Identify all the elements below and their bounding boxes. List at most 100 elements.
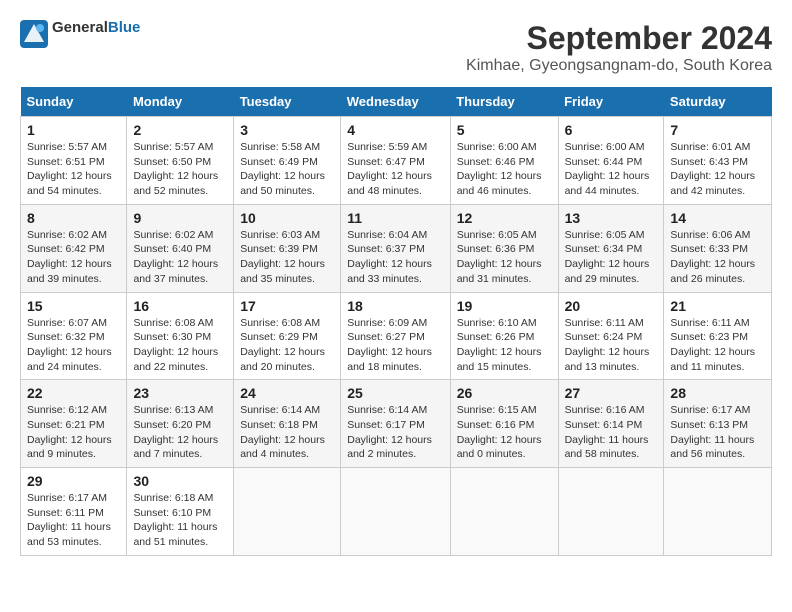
day-number: 16 [133, 298, 227, 314]
calendar-cell [664, 468, 772, 556]
calendar-cell: 27 Sunrise: 6:16 AMSunset: 6:14 PMDayligh… [558, 380, 664, 468]
day-number: 5 [457, 122, 552, 138]
day-number: 24 [240, 385, 334, 401]
calendar-cell [450, 468, 558, 556]
calendar-cell [234, 468, 341, 556]
page-title: September 2024 [466, 20, 772, 57]
day-number: 21 [670, 298, 765, 314]
calendar-cell: 12 Sunrise: 6:05 AMSunset: 6:36 PMDayligh… [450, 204, 558, 292]
calendar-cell: 5 Sunrise: 6:00 AMSunset: 6:46 PMDaylight… [450, 117, 558, 205]
calendar-cell: 6Sunrise: 6:00 AMSunset: 6:44 PMDaylight… [558, 117, 664, 205]
calendar-week-2: 8 Sunrise: 6:02 AMSunset: 6:42 PMDaylight… [21, 204, 772, 292]
calendar-cell: 26 Sunrise: 6:15 AMSunset: 6:16 PMDayligh… [450, 380, 558, 468]
logo-icon [20, 20, 48, 48]
day-number: 3 [240, 122, 334, 138]
day-number: 25 [347, 385, 443, 401]
calendar-cell: 2 Sunrise: 5:57 AMSunset: 6:50 PMDaylight… [127, 117, 234, 205]
day-info: Sunrise: 6:02 AMSunset: 6:40 PMDaylight:… [133, 229, 218, 285]
title-section: September 2024 Kimhae, Gyeongsangnam-do,… [466, 20, 772, 75]
calendar-week-1: 1 Sunrise: 5:57 AMSunset: 6:51 PMDaylight… [21, 117, 772, 205]
calendar-cell: 13Sunrise: 6:05 AMSunset: 6:34 PMDayligh… [558, 204, 664, 292]
day-info: Sunrise: 6:17 AMSunset: 6:13 PMDaylight:… [670, 404, 754, 460]
day-info: Sunrise: 6:17 AMSunset: 6:11 PMDaylight:… [27, 492, 111, 548]
calendar-cell: 3Sunrise: 5:58 AMSunset: 6:49 PMDaylight… [234, 117, 341, 205]
calendar-cell: 18 Sunrise: 6:09 AMSunset: 6:27 PMDayligh… [341, 292, 450, 380]
day-info: Sunrise: 5:59 AMSunset: 6:47 PMDaylight:… [347, 141, 432, 197]
day-number: 12 [457, 210, 552, 226]
calendar-cell: 29 Sunrise: 6:17 AMSunset: 6:11 PMDayligh… [21, 468, 127, 556]
calendar-cell: 20Sunrise: 6:11 AMSunset: 6:24 PMDayligh… [558, 292, 664, 380]
day-info: Sunrise: 6:00 AMSunset: 6:46 PMDaylight:… [457, 141, 542, 197]
day-info: Sunrise: 6:08 AMSunset: 6:29 PMDaylight:… [240, 317, 325, 373]
day-info: Sunrise: 6:03 AMSunset: 6:39 PMDaylight:… [240, 229, 325, 285]
day-number: 14 [670, 210, 765, 226]
day-number: 15 [27, 298, 120, 314]
day-number: 23 [133, 385, 227, 401]
calendar-cell: 14 Sunrise: 6:06 AMSunset: 6:33 PMDayligh… [664, 204, 772, 292]
header-tuesday: Tuesday [234, 87, 341, 117]
day-number: 29 [27, 473, 120, 489]
calendar-cell: 28Sunrise: 6:17 AMSunset: 6:13 PMDayligh… [664, 380, 772, 468]
calendar-cell: 1 Sunrise: 5:57 AMSunset: 6:51 PMDaylight… [21, 117, 127, 205]
calendar-week-3: 15 Sunrise: 6:07 AMSunset: 6:32 PMDayligh… [21, 292, 772, 380]
calendar-cell: 25 Sunrise: 6:14 AMSunset: 6:17 PMDayligh… [341, 380, 450, 468]
day-number: 4 [347, 122, 443, 138]
day-number: 13 [565, 210, 658, 226]
day-info: Sunrise: 6:12 AMSunset: 6:21 PMDaylight:… [27, 404, 112, 460]
header-sunday: Sunday [21, 87, 127, 117]
calendar-cell: 21 Sunrise: 6:11 AMSunset: 6:23 PMDayligh… [664, 292, 772, 380]
calendar-cell: 10 Sunrise: 6:03 AMSunset: 6:39 PMDayligh… [234, 204, 341, 292]
day-number: 17 [240, 298, 334, 314]
calendar-cell [341, 468, 450, 556]
logo-text: GeneralBlue [52, 20, 140, 37]
day-info: Sunrise: 6:13 AMSunset: 6:20 PMDaylight:… [133, 404, 218, 460]
day-info: Sunrise: 6:05 AMSunset: 6:36 PMDaylight:… [457, 229, 542, 285]
calendar-cell: 24Sunrise: 6:14 AMSunset: 6:18 PMDayligh… [234, 380, 341, 468]
day-number: 2 [133, 122, 227, 138]
day-number: 22 [27, 385, 120, 401]
calendar-week-4: 22 Sunrise: 6:12 AMSunset: 6:21 PMDayligh… [21, 380, 772, 468]
day-number: 8 [27, 210, 120, 226]
calendar-cell: 11 Sunrise: 6:04 AMSunset: 6:37 PMDayligh… [341, 204, 450, 292]
day-info: Sunrise: 6:10 AMSunset: 6:26 PMDaylight:… [457, 317, 542, 373]
day-number: 27 [565, 385, 658, 401]
day-info: Sunrise: 6:09 AMSunset: 6:27 PMDaylight:… [347, 317, 432, 373]
day-info: Sunrise: 5:57 AMSunset: 6:51 PMDaylight:… [27, 141, 112, 197]
calendar-cell: 4 Sunrise: 5:59 AMSunset: 6:47 PMDaylight… [341, 117, 450, 205]
day-info: Sunrise: 6:00 AMSunset: 6:44 PMDaylight:… [565, 141, 650, 197]
day-number: 26 [457, 385, 552, 401]
calendar-cell: 22 Sunrise: 6:12 AMSunset: 6:21 PMDayligh… [21, 380, 127, 468]
calendar-cell: 30Sunrise: 6:18 AMSunset: 6:10 PMDayligh… [127, 468, 234, 556]
calendar-cell: 8 Sunrise: 6:02 AMSunset: 6:42 PMDaylight… [21, 204, 127, 292]
day-info: Sunrise: 6:08 AMSunset: 6:30 PMDaylight:… [133, 317, 218, 373]
calendar-cell: 16 Sunrise: 6:08 AMSunset: 6:30 PMDayligh… [127, 292, 234, 380]
day-number: 30 [133, 473, 227, 489]
day-info: Sunrise: 6:14 AMSunset: 6:17 PMDaylight:… [347, 404, 432, 460]
day-info: Sunrise: 6:04 AMSunset: 6:37 PMDaylight:… [347, 229, 432, 285]
day-number: 19 [457, 298, 552, 314]
page-subtitle: Kimhae, Gyeongsangnam-do, South Korea [466, 57, 772, 75]
day-number: 18 [347, 298, 443, 314]
day-info: Sunrise: 6:16 AMSunset: 6:14 PMDaylight:… [565, 404, 649, 460]
day-info: Sunrise: 6:11 AMSunset: 6:23 PMDaylight:… [670, 317, 755, 373]
day-info: Sunrise: 6:07 AMSunset: 6:32 PMDaylight:… [27, 317, 112, 373]
header-wednesday: Wednesday [341, 87, 450, 117]
day-number: 10 [240, 210, 334, 226]
calendar-table: SundayMondayTuesdayWednesdayThursdayFrid… [20, 87, 772, 556]
day-info: Sunrise: 6:02 AMSunset: 6:42 PMDaylight:… [27, 229, 112, 285]
day-info: Sunrise: 6:15 AMSunset: 6:16 PMDaylight:… [457, 404, 542, 460]
calendar-week-5: 29 Sunrise: 6:17 AMSunset: 6:11 PMDayligh… [21, 468, 772, 556]
day-info: Sunrise: 6:06 AMSunset: 6:33 PMDaylight:… [670, 229, 755, 285]
day-info: Sunrise: 5:57 AMSunset: 6:50 PMDaylight:… [133, 141, 218, 197]
calendar-cell: 15 Sunrise: 6:07 AMSunset: 6:32 PMDayligh… [21, 292, 127, 380]
day-info: Sunrise: 6:01 AMSunset: 6:43 PMDaylight:… [670, 141, 755, 197]
calendar-cell: 9Sunrise: 6:02 AMSunset: 6:40 PMDaylight… [127, 204, 234, 292]
calendar-cell [558, 468, 664, 556]
day-number: 7 [670, 122, 765, 138]
header-thursday: Thursday [450, 87, 558, 117]
calendar-cell: 19 Sunrise: 6:10 AMSunset: 6:26 PMDayligh… [450, 292, 558, 380]
day-number: 1 [27, 122, 120, 138]
day-number: 11 [347, 210, 443, 226]
calendar-cell: 23 Sunrise: 6:13 AMSunset: 6:20 PMDayligh… [127, 380, 234, 468]
header-saturday: Saturday [664, 87, 772, 117]
